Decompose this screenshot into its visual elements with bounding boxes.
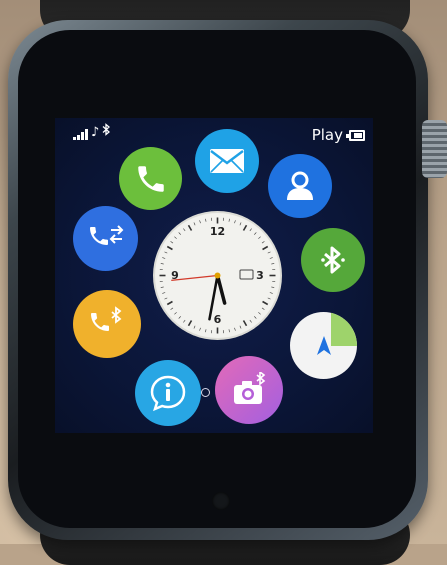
hour-hand	[218, 276, 225, 304]
info-app-button[interactable]	[135, 360, 201, 426]
minute-tick	[179, 232, 181, 234]
hour-tick	[244, 321, 247, 326]
phone-icon	[134, 162, 168, 196]
messages-app-button[interactable]	[195, 129, 259, 193]
minute-tick	[174, 237, 176, 239]
minute-tick	[250, 229, 252, 231]
status-bar-left: ♪	[73, 123, 111, 140]
bt-dialer-app-button[interactable]	[73, 290, 141, 358]
minute-tick	[194, 223, 195, 226]
minute-tick	[262, 308, 264, 310]
hand-pivot	[215, 273, 221, 279]
minute-tick	[194, 326, 195, 329]
minute-tick	[250, 320, 252, 322]
call-log-app-button[interactable]	[73, 206, 138, 271]
minute-tick	[200, 220, 201, 223]
signal-bars-icon	[73, 128, 88, 140]
minute-tick	[270, 292, 273, 293]
music-note-icon: ♪	[91, 125, 99, 140]
minute-tick	[268, 298, 271, 299]
minute-tick	[254, 316, 256, 318]
status-bar-right: Play	[312, 126, 365, 144]
compass-arrow-icon	[314, 334, 334, 358]
minute-tick	[174, 312, 176, 314]
watch-crown[interactable]	[422, 120, 447, 178]
person-icon	[283, 169, 317, 203]
minute-tick	[234, 220, 235, 223]
hour-tick	[263, 302, 268, 305]
bluetooth-icon	[315, 242, 351, 278]
minute-tick	[229, 329, 230, 332]
minute-tick	[240, 326, 241, 329]
battery-icon	[349, 130, 365, 141]
phone-arrows-icon	[87, 222, 125, 256]
bluetooth-app-button[interactable]	[301, 228, 365, 292]
phone-bluetooth-icon	[88, 306, 126, 342]
minute-tick	[179, 316, 181, 318]
info-icon	[149, 374, 187, 412]
minute-tick	[165, 252, 168, 253]
compass-map-tint	[331, 312, 357, 346]
minute-tick	[183, 320, 185, 322]
analog-clock[interactable]: 12 3 6 9	[155, 213, 280, 338]
clock-face: 12 3 6 9	[155, 213, 280, 338]
compass-app-button[interactable]	[290, 312, 357, 379]
watch-home-button[interactable]	[212, 492, 230, 510]
minute-tick	[271, 263, 274, 264]
minute-tick	[200, 328, 201, 331]
minute-tick	[254, 232, 256, 234]
minute-tick	[161, 263, 164, 264]
watch-screen: ♪ Play	[55, 118, 373, 433]
minute-tick	[271, 287, 274, 288]
minute-tick	[161, 287, 164, 288]
phone-app-button[interactable]	[119, 147, 182, 210]
hour-tick	[189, 225, 192, 230]
minute-tick	[229, 219, 230, 222]
hour-tick	[167, 247, 172, 250]
minute-tick	[258, 312, 260, 314]
minute-tick	[240, 223, 241, 226]
remote-camera-app-button[interactable]	[215, 356, 283, 424]
camera-bluetooth-icon	[229, 372, 269, 408]
minute-tick	[270, 258, 273, 259]
minute-tick	[262, 241, 264, 243]
bluetooth-icon	[102, 123, 111, 140]
minute-tick	[162, 292, 165, 293]
numeral-6: 6	[214, 313, 222, 326]
envelope-icon	[208, 146, 246, 176]
minute-tick	[234, 328, 235, 331]
minute-tick	[162, 258, 165, 259]
numeral-3: 3	[256, 269, 264, 282]
contacts-app-button[interactable]	[268, 154, 332, 218]
minute-tick	[165, 298, 168, 299]
date-window	[240, 270, 253, 279]
hour-tick	[244, 225, 247, 230]
hour-tick	[189, 321, 192, 326]
page-indicator-dot	[201, 388, 210, 397]
numeral-12: 12	[210, 225, 225, 238]
minute-tick	[268, 252, 271, 253]
hour-tick	[167, 302, 172, 305]
minute-tick	[171, 308, 173, 310]
hour-tick	[263, 247, 268, 250]
minute-tick	[183, 229, 185, 231]
minute-tick	[258, 237, 260, 239]
minute-tick	[205, 329, 206, 332]
minute-tick	[171, 241, 173, 243]
minute-tick	[205, 219, 206, 222]
mode-label: Play	[312, 126, 343, 144]
